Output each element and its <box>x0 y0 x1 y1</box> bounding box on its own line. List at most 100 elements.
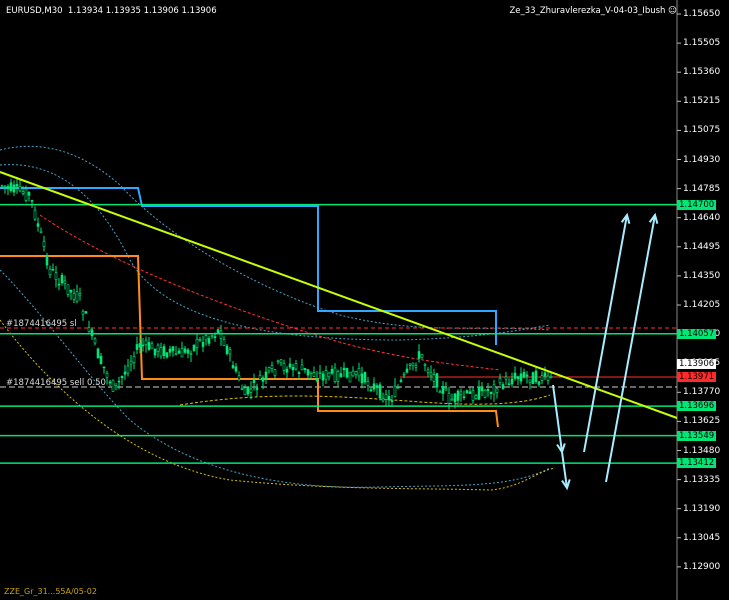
candle-body <box>537 381 541 385</box>
axis-tick-label: 1.14205 <box>683 300 721 310</box>
candle-body <box>522 371 526 378</box>
candle-body <box>354 371 358 375</box>
candle-body <box>294 363 298 370</box>
candle-body <box>201 341 205 347</box>
candle-body <box>432 374 436 382</box>
candle-body <box>465 390 469 394</box>
candle-body <box>423 364 427 366</box>
candle-body <box>261 377 265 382</box>
sell-order-label: #1874416495 sell 0.50 <box>6 378 106 388</box>
candle-body <box>144 339 148 345</box>
candle-body <box>399 379 403 382</box>
candle-body <box>12 184 16 193</box>
candle-body <box>372 383 376 390</box>
candle-body <box>39 230 43 233</box>
candle-body <box>3 185 7 188</box>
candle-body <box>531 372 535 385</box>
candle-body <box>492 384 496 395</box>
axis-tick-label: 1.15075 <box>683 125 721 136</box>
candle-body <box>132 356 136 363</box>
candle-body <box>510 378 514 385</box>
candle-body <box>129 360 133 365</box>
candle-body <box>384 394 388 400</box>
footer-label: ZZE_Gr_31...55A/05-02 <box>4 587 97 596</box>
price-chart[interactable] <box>0 0 729 600</box>
candle-body <box>69 289 73 293</box>
candle-body <box>117 380 121 383</box>
candle-body <box>279 359 283 364</box>
candle-body <box>183 348 187 353</box>
candle-body <box>48 268 52 276</box>
candle-body <box>60 275 64 284</box>
candle-body <box>96 348 100 359</box>
candle-body <box>234 366 238 372</box>
candle-body <box>345 367 349 378</box>
candle-body <box>54 272 58 281</box>
candle-body <box>516 376 520 380</box>
candle-body <box>300 364 304 371</box>
candle-body <box>246 386 250 395</box>
candle-body <box>312 372 316 377</box>
candle-body <box>165 352 169 358</box>
candle-body <box>342 367 346 371</box>
candle-body <box>204 335 208 341</box>
candle-body <box>546 375 550 381</box>
candle-body <box>336 371 340 382</box>
candle-body <box>87 327 91 332</box>
candle-body <box>186 349 190 354</box>
candle-body <box>192 344 196 351</box>
candle-body <box>162 346 166 356</box>
candle-body <box>543 372 547 377</box>
candle-body <box>315 378 319 382</box>
candle-body <box>114 383 118 386</box>
candle-body <box>135 344 139 350</box>
axis-tick-label: 1.12900 <box>683 561 721 572</box>
candle-body <box>453 393 457 403</box>
candle-body <box>459 391 463 395</box>
level-price-tag: 1.13549 <box>677 430 717 441</box>
candle-body <box>306 369 310 376</box>
candle-body <box>321 373 325 381</box>
candle-body <box>273 369 277 376</box>
candle-body <box>126 365 130 374</box>
candle-body <box>447 392 451 404</box>
candle-body <box>318 371 322 374</box>
candle-body <box>528 379 532 384</box>
candle-body <box>30 200 34 202</box>
candle-body <box>243 387 247 396</box>
candle-body <box>483 389 487 398</box>
candle-body <box>138 343 142 348</box>
symbol-label: EURUSD,M30 <box>6 6 63 16</box>
candle-body <box>72 293 76 300</box>
candle-body <box>84 311 88 314</box>
candle-body <box>378 384 382 399</box>
candle-body <box>93 338 97 344</box>
candle-body <box>150 343 154 349</box>
candle-body <box>408 363 412 366</box>
candle-body <box>267 367 271 372</box>
candle-body <box>240 388 244 390</box>
candle-body <box>441 386 445 394</box>
candle-body <box>63 280 67 284</box>
candle-body <box>123 371 127 375</box>
axis-tick-label: 1.14350 <box>683 270 721 281</box>
candle-body <box>468 391 472 394</box>
candle-body <box>198 339 202 341</box>
candle-body <box>174 353 178 356</box>
candle-body <box>480 386 484 392</box>
candle-body <box>525 374 529 377</box>
candle-body <box>360 373 364 384</box>
candle-body <box>0 185 4 187</box>
candle-body <box>417 351 421 359</box>
candle-body <box>540 375 544 381</box>
candle-body <box>435 373 439 388</box>
candle-body <box>339 373 343 378</box>
sl-price-tag: 1.13971 <box>677 372 717 382</box>
candle-body <box>255 387 259 390</box>
candle-body <box>36 223 40 227</box>
candle-body <box>156 344 160 353</box>
candle-body <box>282 363 286 371</box>
candle-body <box>249 388 253 393</box>
candle-body <box>120 376 124 379</box>
symbol-header: EURUSD,M30 1.13934 1.13935 1.13906 1.139… <box>6 6 217 16</box>
